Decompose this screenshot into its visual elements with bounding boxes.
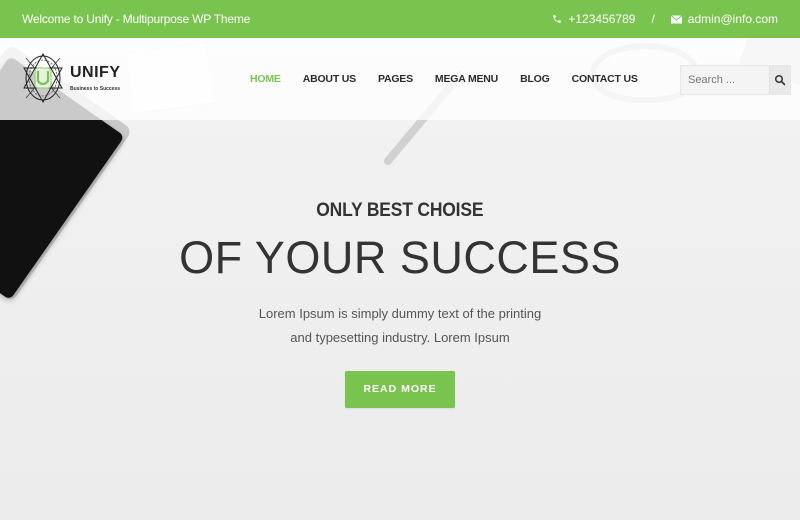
top-bar: Welcome to Unify - Multipurpose WP Theme…: [0, 0, 800, 38]
hero-content: ONLY BEST CHOISE OF YOUR SUCCESS Lorem I…: [0, 200, 800, 408]
read-more-button[interactable]: READ MORE: [345, 371, 455, 408]
phone-icon: [552, 14, 562, 24]
search-input[interactable]: [681, 66, 769, 94]
main-nav: HOME ABOUT US PAGES MEGA MENU BLOG CONTA…: [250, 38, 660, 120]
phone-number[interactable]: +123456789: [568, 12, 635, 26]
search-form: [680, 65, 791, 95]
email-address[interactable]: admin@info.com: [688, 12, 778, 26]
hero-title: OF YOUR SUCCESS: [179, 232, 621, 283]
nav-blog[interactable]: BLOG: [520, 73, 550, 85]
logo-title: UNIFY: [70, 64, 121, 81]
nav-about-us[interactable]: ABOUT US: [303, 73, 356, 85]
nav-pages[interactable]: PAGES: [378, 73, 413, 85]
envelope-icon: [670, 14, 682, 24]
hero-subtitle: ONLY BEST CHOISE: [316, 200, 484, 221]
hero-description-line-1: Lorem Ipsum is simply dummy text of the …: [258, 306, 542, 321]
search-button[interactable]: [769, 66, 790, 94]
hero-description-line-2: and typesetting industry. Lorem Ipsum: [290, 330, 510, 345]
site-logo[interactable]: UNIFY Business to Success: [22, 50, 121, 106]
nav-mega-menu[interactable]: MEGA MENU: [435, 73, 498, 85]
hero-description: Lorem Ipsum is simply dummy text of the …: [0, 302, 800, 350]
logo-mark-icon: [23, 52, 63, 104]
site-header: UNIFY Business to Success HOME ABOUT US …: [0, 38, 800, 120]
contact-separator: /: [651, 12, 655, 26]
search-icon: [775, 75, 786, 86]
nav-home[interactable]: HOME: [250, 73, 281, 85]
nav-contact-us[interactable]: CONTACT US: [572, 73, 638, 85]
contact-info: +123456789 / admin@info.com: [552, 12, 778, 26]
welcome-text: Welcome to Unify - Multipurpose WP Theme: [22, 12, 251, 26]
logo-tagline: Business to Success: [70, 86, 121, 92]
